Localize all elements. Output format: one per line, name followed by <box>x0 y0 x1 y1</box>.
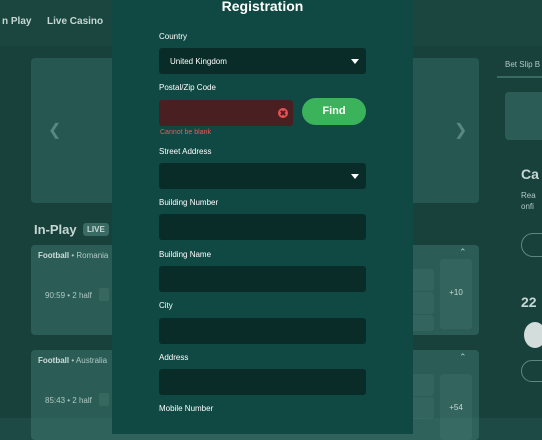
caret-down-icon <box>351 174 359 179</box>
country-select[interactable]: United Kingdom <box>159 48 366 74</box>
country-value: United Kingdom <box>170 57 227 66</box>
registration-modal: Registration Country United Kingdom Post… <box>112 0 413 434</box>
caret-down-icon <box>351 59 359 64</box>
postal-code-error: Cannot be blank <box>160 129 211 136</box>
city-input[interactable] <box>159 318 366 344</box>
address-label: Address <box>159 353 189 362</box>
modal-title: Registration <box>221 0 304 14</box>
postal-code-label: Postal/Zip Code <box>159 83 216 92</box>
postal-code-input[interactable] <box>159 100 293 126</box>
find-button[interactable]: Find <box>302 98 366 125</box>
building-name-label: Building Name <box>159 250 212 259</box>
building-number-input[interactable] <box>159 214 366 240</box>
address-input[interactable] <box>159 369 366 395</box>
building-name-input[interactable] <box>159 266 366 292</box>
street-address-label: Street Address <box>159 147 212 156</box>
country-label: Country <box>159 32 188 41</box>
street-address-select[interactable] <box>159 163 366 189</box>
city-label: City <box>159 301 173 310</box>
building-number-label: Building Number <box>159 198 219 207</box>
error-clear-icon[interactable] <box>278 108 288 118</box>
mobile-number-label: Mobile Number <box>159 404 214 413</box>
